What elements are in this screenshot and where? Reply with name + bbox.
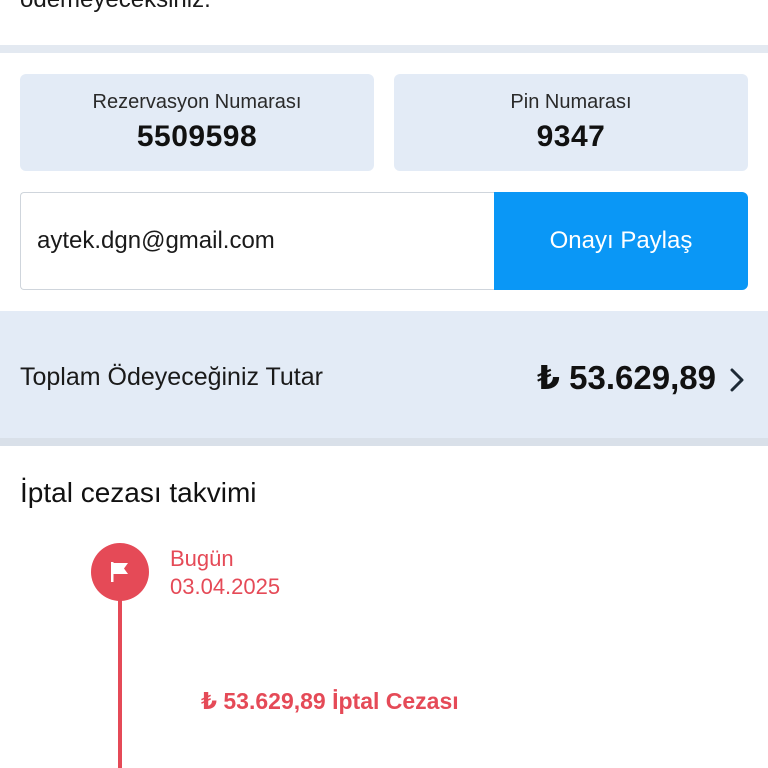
cancellation-penalty: ₺ 53.629,89 İptal Cezası: [201, 688, 459, 714]
chevron-right-icon[interactable]: [728, 368, 746, 392]
total-amount-label: Toplam Ödeyeceğiniz Tutar: [20, 363, 323, 391]
pin-number-card: Pin Numarası 9347: [394, 74, 748, 171]
flag-icon: [111, 562, 128, 582]
total-divider: [0, 438, 768, 446]
email-input[interactable]: aytek.dgn@gmail.com: [20, 192, 494, 290]
total-amount-value: ₺ 53.629,89: [537, 359, 716, 396]
reservation-number-value: 5509598: [136, 120, 258, 153]
previous-section-text: ödemeyeceksiniz.: [20, 0, 211, 14]
pin-number-label: Pin Numarası: [510, 91, 632, 113]
reservation-number-card: Rezervasyon Numarası 5509598: [20, 74, 374, 171]
reservation-number-label: Rezervasyon Numarası: [92, 91, 302, 113]
today-label: Bugün: [170, 546, 234, 571]
share-confirmation-button[interactable]: Onayı Paylaş: [494, 192, 748, 290]
cancellation-schedule-title: İptal cezası takvimi: [20, 477, 257, 508]
today-date: 03.04.2025: [170, 574, 281, 599]
share-confirmation-row: aytek.dgn@gmail.com Onayı Paylaş: [20, 192, 748, 290]
section-divider: [0, 45, 768, 53]
timeline-marker: [91, 543, 149, 601]
pin-number-value: 9347: [536, 120, 606, 153]
